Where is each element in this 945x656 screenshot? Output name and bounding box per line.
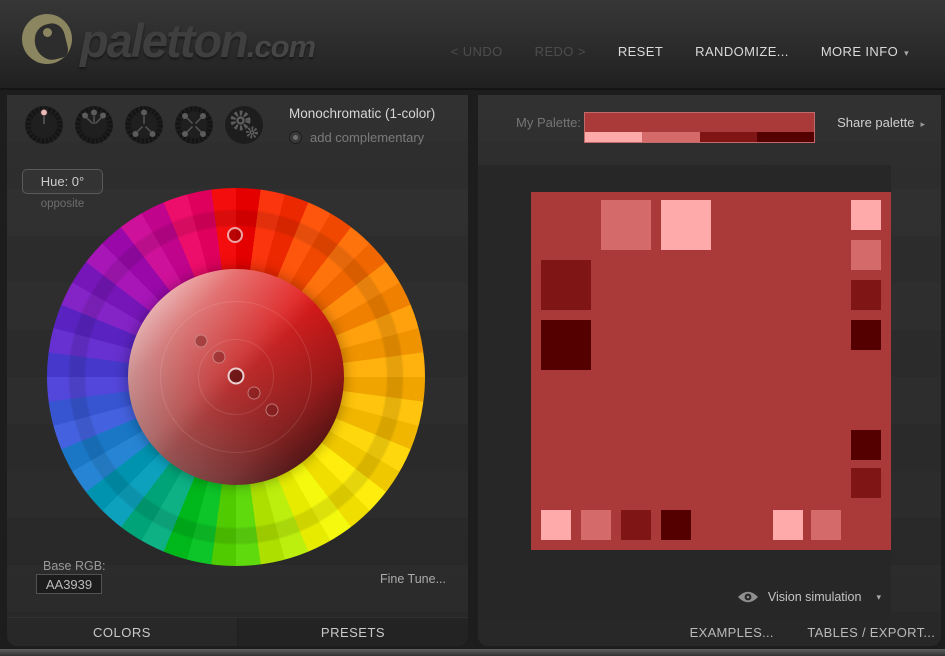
preview-swatch [541, 320, 591, 370]
eye-icon [737, 590, 759, 604]
add-complementary-label: add complementary [310, 130, 424, 145]
preview-swatch [851, 200, 881, 230]
preview-swatch [661, 510, 691, 540]
app-header: paletton .com < UNDO REDO > RESET RANDOM… [0, 0, 945, 90]
redo-button[interactable]: REDO > [535, 44, 586, 59]
undo-button[interactable]: < UNDO [451, 44, 503, 59]
fine-tune-link[interactable]: Fine Tune... [380, 572, 446, 586]
scheme-title: Monochromatic (1-color) [289, 106, 435, 121]
paletton-app: paletton .com < UNDO REDO > RESET RANDOM… [0, 0, 945, 656]
preview-swatch [601, 200, 651, 250]
my-palette-label: My Palette: [516, 115, 581, 130]
share-palette-link[interactable]: Share palette▸ [837, 115, 925, 130]
palette-shade-swatch [642, 132, 699, 142]
preview-panel: My Palette: Share palette▸ Vision simula… [478, 95, 941, 646]
tab-colors[interactable]: COLORS [7, 618, 237, 646]
hue-button[interactable]: Hue: 0° [22, 169, 103, 194]
more-info-menu[interactable]: MORE INFO▾ [821, 44, 909, 59]
tab-presets[interactable]: PRESETS [237, 618, 468, 646]
preview-swatch [773, 510, 803, 540]
chevron-down-icon: ▾ [876, 592, 881, 603]
tab-examples[interactable]: EXAMPLES... [662, 618, 802, 646]
scheme-adjacent-icon[interactable] [74, 105, 114, 145]
logo[interactable]: paletton .com [22, 14, 315, 64]
palette-shade-swatch [585, 132, 642, 142]
variant-color-marker[interactable] [266, 404, 279, 417]
left-tab-bar: COLORS PRESETS [7, 617, 468, 646]
scheme-tetrad-icon[interactable] [174, 105, 214, 145]
preview-swatch [851, 430, 881, 460]
variant-color-marker[interactable] [248, 387, 261, 400]
variant-color-marker[interactable] [195, 335, 208, 348]
header-nav: < UNDO REDO > RESET RANDOMIZE... MORE IN… [451, 44, 909, 59]
preview-subpanel: Vision simulation ▾ PREVIEW▾ [478, 165, 891, 618]
preview-swatch [661, 200, 711, 250]
preview-canvas [531, 192, 891, 550]
randomize-button[interactable]: RANDOMIZE... [695, 44, 789, 59]
preview-swatch [541, 260, 591, 310]
bottom-edge-strip [0, 649, 945, 656]
logo-blob [31, 21, 70, 63]
preview-swatch [581, 510, 611, 540]
palette-base-color [585, 113, 814, 132]
preview-swatch [851, 320, 881, 350]
scheme-type-selector [24, 105, 264, 145]
base-color-marker[interactable] [228, 368, 245, 385]
vision-simulation-control[interactable]: Vision simulation ▾ [737, 590, 881, 604]
preview-swatch [851, 468, 881, 498]
reset-button[interactable]: RESET [618, 44, 663, 59]
paletton-logo-icon [22, 14, 72, 64]
preview-swatch [541, 510, 571, 540]
scheme-monochromatic-icon[interactable] [24, 105, 64, 145]
palette-shade-swatch [757, 132, 814, 142]
preview-swatch [851, 280, 881, 310]
base-rgb-label: Base RGB: [43, 559, 106, 573]
preview-swatch [851, 240, 881, 270]
right-tab-bar: EXAMPLES... TABLES / EXPORT... [662, 618, 941, 646]
chevron-right-icon: ▸ [920, 119, 925, 129]
opposite-label: opposite [22, 198, 103, 210]
logo-wordmark: paletton [80, 19, 247, 64]
add-complementary-radio[interactable] [289, 131, 302, 144]
add-complementary-row: add complementary [289, 130, 435, 145]
logo-dot [43, 28, 52, 37]
palette-shades [585, 132, 814, 142]
tab-tables-export[interactable]: TABLES / EXPORT... [802, 618, 942, 646]
scheme-freestyle-gears-icon[interactable] [224, 105, 264, 145]
my-palette-strip [584, 112, 815, 143]
preview-swatch [621, 510, 651, 540]
vision-simulation-label: Vision simulation [768, 590, 862, 604]
logo-domain-suffix: .com [247, 31, 315, 64]
scheme-triad-icon[interactable] [124, 105, 164, 145]
hue-ring-marker[interactable] [227, 227, 243, 243]
preview-swatch [811, 510, 841, 540]
variant-color-marker[interactable] [213, 351, 226, 364]
chevron-down-icon: ▾ [904, 48, 909, 58]
scheme-panel: Monochromatic (1-color) add complementar… [7, 95, 468, 646]
scheme-info: Monochromatic (1-color) add complementar… [289, 106, 435, 145]
base-rgb-input[interactable] [36, 574, 102, 594]
palette-shade-swatch [700, 132, 757, 142]
